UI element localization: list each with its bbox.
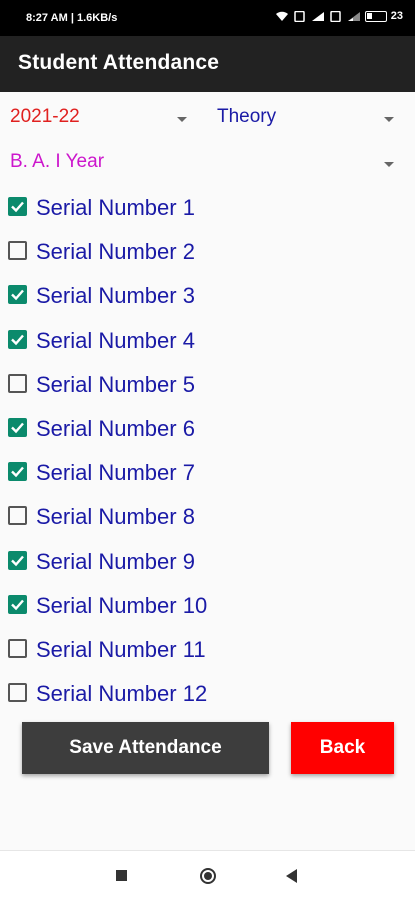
list-item[interactable]: Serial Number 7 [0, 450, 415, 494]
checkbox-unchecked-icon[interactable] [8, 506, 27, 526]
type-dropdown[interactable]: Theory [217, 99, 397, 137]
save-attendance-button[interactable]: Save Attendance [22, 722, 269, 774]
list-item[interactable]: Serial Number 1 [0, 185, 415, 229]
checkbox-checked-icon[interactable] [8, 418, 27, 437]
battery-icon [364, 10, 387, 22]
checkbox-checked-icon[interactable] [8, 197, 27, 216]
checkbox-checked-icon[interactable] [8, 550, 27, 570]
student-label: Serial Number 3 [36, 283, 195, 309]
page-title: Student Attendance [18, 51, 220, 74]
session-dropdown[interactable]: 2021-22 [10, 99, 190, 137]
app-bar: Student Attendance [0, 36, 415, 92]
checkbox-unchecked-icon[interactable] [8, 683, 27, 703]
checkbox-checked-icon[interactable] [8, 329, 27, 349]
list-item[interactable]: Serial Number 2 [0, 229, 415, 273]
student-label: Serial Number 5 [36, 371, 195, 397]
list-item[interactable]: Serial Number 6 [0, 406, 415, 450]
chevron-down-icon [384, 117, 394, 122]
course-value: B. A. I Year [10, 151, 105, 172]
checkbox-checked-icon[interactable] [8, 594, 27, 614]
student-label: Serial Number 8 [36, 504, 195, 530]
home-icon[interactable] [200, 868, 216, 884]
list-item[interactable]: Serial Number 12 [0, 671, 415, 715]
student-label: Serial Number 6 [36, 416, 195, 441]
chevron-down-icon [384, 162, 394, 167]
checkbox-unchecked-icon[interactable] [8, 241, 27, 261]
checkbox-checked-icon[interactable] [8, 285, 27, 305]
system-nav-bar [0, 850, 415, 900]
signal-icon [311, 11, 324, 21]
student-label: Serial Number 2 [36, 239, 195, 265]
checkbox-unchecked-icon[interactable] [8, 639, 27, 658]
student-label: Serial Number 10 [36, 592, 208, 618]
list-item[interactable]: Serial Number 4 [0, 318, 415, 362]
list-item[interactable]: Serial Number 5 [0, 362, 415, 406]
back-button[interactable]: Back [291, 722, 394, 774]
status-bar: 8:27 AM | 1.6KB/s 23 [0, 0, 415, 36]
sim-icon [294, 10, 305, 22]
student-label: Serial Number 4 [36, 327, 195, 353]
student-label: Serial Number 11 [36, 637, 206, 662]
list-item[interactable]: Serial Number 3 [0, 273, 415, 317]
session-value: 2021-22 [10, 106, 80, 127]
student-label: Serial Number 12 [36, 681, 208, 707]
back-icon[interactable] [286, 869, 297, 883]
student-label: Serial Number 7 [36, 460, 195, 486]
battery-level: 23 [390, 10, 403, 22]
list-item[interactable]: Serial Number 11 [0, 627, 415, 671]
checkbox-checked-icon[interactable] [8, 462, 27, 482]
list-item[interactable]: Serial Number 10 [0, 583, 415, 627]
status-icons: 23 [275, 10, 403, 22]
wifi-icon [275, 11, 288, 21]
status-time: 8:27 AM | 1.6KB/s [26, 12, 118, 24]
student-label: Serial Number 9 [36, 548, 195, 574]
course-dropdown[interactable]: B. A. I Year [10, 144, 397, 182]
student-label: Serial Number 1 [36, 195, 195, 220]
sim-icon [330, 10, 341, 22]
recents-icon[interactable] [116, 870, 127, 881]
list-item[interactable]: Serial Number 8 [0, 494, 415, 538]
chevron-down-icon [177, 117, 187, 122]
signal-icon [347, 11, 360, 21]
list-item[interactable]: Serial Number 9 [0, 539, 415, 583]
checkbox-unchecked-icon[interactable] [8, 373, 27, 393]
type-value: Theory [217, 106, 277, 127]
